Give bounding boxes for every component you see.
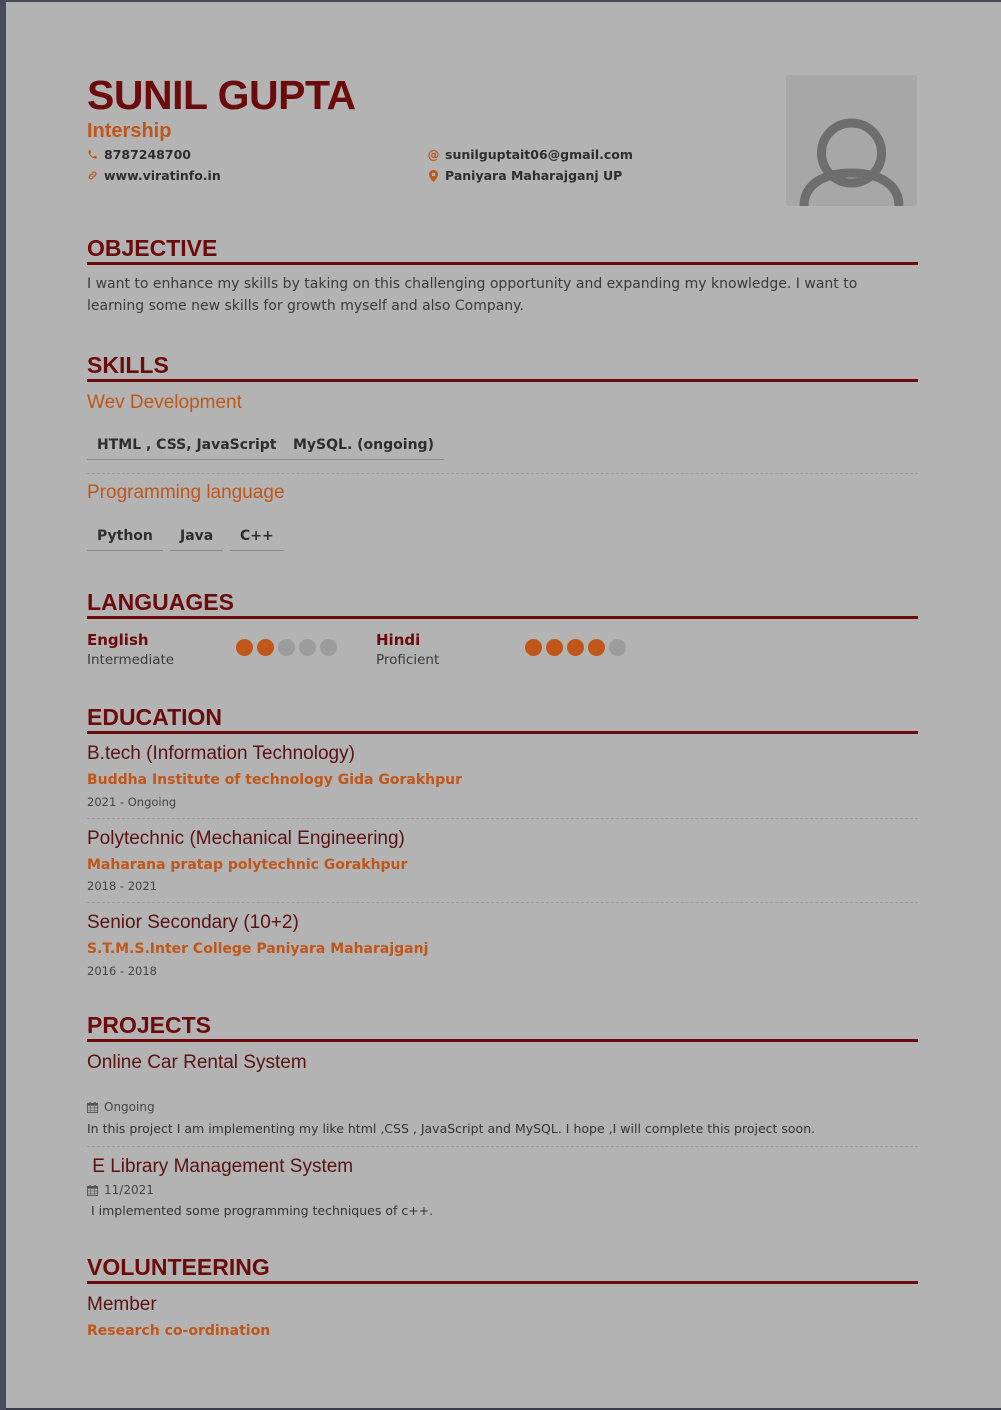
project-date: Ongoing [87, 1100, 155, 1114]
divider [87, 1146, 918, 1147]
location-text: Paniyara Maharajganj UP [445, 168, 623, 183]
skill-tag: Java [170, 528, 224, 551]
project-date-text: Ongoing [104, 1100, 155, 1114]
skill-tag: MySQL. (ongoing) [283, 437, 444, 460]
divider [87, 902, 918, 903]
project-title: Online Car Rental System [87, 1052, 307, 1073]
phone-number: 8787248700 [104, 147, 191, 162]
project-date: 11/2021 [87, 1183, 154, 1197]
calendar-icon [87, 1101, 98, 1113]
project-date-text: 11/2021 [104, 1183, 154, 1197]
education-years: 2016 - 2018 [87, 964, 157, 978]
skill-tag: Python [87, 528, 163, 551]
language-level: Proficient [376, 652, 440, 668]
skill-tag: HTML , CSS, JavaScript [87, 437, 287, 460]
language-name: English [87, 631, 149, 649]
language-name: Hindi [376, 631, 421, 649]
language-rating [525, 639, 626, 656]
contact-website[interactable]: www.viratinfo.in [87, 168, 221, 183]
section-skills-heading: SKILLS [87, 352, 918, 382]
location-pin-icon [428, 169, 439, 182]
divider [87, 473, 918, 474]
language-level: Intermediate [87, 652, 175, 668]
candidate-title: Intership [87, 120, 172, 142]
project-description: I implemented some programming technique… [87, 1203, 434, 1218]
contact-email[interactable]: @ sunilguptait06@gmail.com [428, 147, 633, 162]
education-degree: B.tech (Information Technology) [87, 743, 355, 764]
user-avatar-icon [799, 118, 904, 206]
language-rating [236, 639, 337, 656]
profile-photo [786, 75, 917, 206]
rating-dot-filled [546, 639, 563, 656]
contact-phone: 8787248700 [87, 147, 191, 162]
section-volunteering-heading: VOLUNTEERING [87, 1254, 918, 1284]
section-languages-heading: LANGUAGES [87, 589, 918, 619]
education-school: S.T.M.S.Inter College Paniyara Maharajga… [87, 941, 429, 957]
project-description: In this project I am implementing my lik… [87, 1121, 816, 1136]
link-icon [87, 169, 98, 182]
candidate-name: SUNIL GUPTA [87, 72, 356, 118]
volunteer-role: Member [87, 1294, 157, 1315]
skill-group-programming: Programming language [87, 482, 285, 503]
education-degree: Polytechnic (Mechanical Engineering) [87, 828, 405, 849]
rating-dot-filled [236, 639, 253, 656]
education-degree: Senior Secondary (10+2) [87, 912, 299, 933]
education-school: Maharana pratap polytechnic Gorakhpur [87, 857, 408, 873]
resume-page: SUNIL GUPTA Intership 8787248700 www.vir… [6, 2, 1001, 1408]
rating-dot-filled [525, 639, 542, 656]
objective-text: I want to enhance my skills by taking on… [87, 276, 858, 314]
at-icon: @ [427, 147, 440, 162]
phone-icon [87, 148, 98, 161]
email-address[interactable]: sunilguptait06@gmail.com [445, 147, 633, 162]
rating-dot-filled [257, 639, 274, 656]
website-link[interactable]: www.viratinfo.in [104, 168, 221, 183]
contact-location: Paniyara Maharajganj UP [428, 168, 622, 183]
education-years: 2021 - Ongoing [87, 795, 177, 809]
section-objective-heading: OBJECTIVE [87, 235, 918, 265]
rating-dot-empty [278, 639, 295, 656]
calendar-icon [87, 1184, 98, 1196]
education-years: 2018 - 2021 [87, 879, 157, 893]
education-school: Buddha Institute of technology Gida Gora… [87, 772, 463, 788]
rating-dot-filled [588, 639, 605, 656]
skill-tag: C++ [230, 528, 284, 551]
section-education-heading: EDUCATION [87, 704, 918, 734]
rating-dot-empty [320, 639, 337, 656]
rating-dot-empty [609, 639, 626, 656]
rating-dot-filled [567, 639, 584, 656]
rating-dot-empty [299, 639, 316, 656]
divider [87, 818, 918, 819]
volunteer-organization: Research co-ordination [87, 1323, 271, 1339]
section-projects-heading: PROJECTS [87, 1012, 918, 1042]
skill-group-web: Wev Development [87, 392, 242, 413]
project-title: E Library Management System [87, 1156, 354, 1177]
